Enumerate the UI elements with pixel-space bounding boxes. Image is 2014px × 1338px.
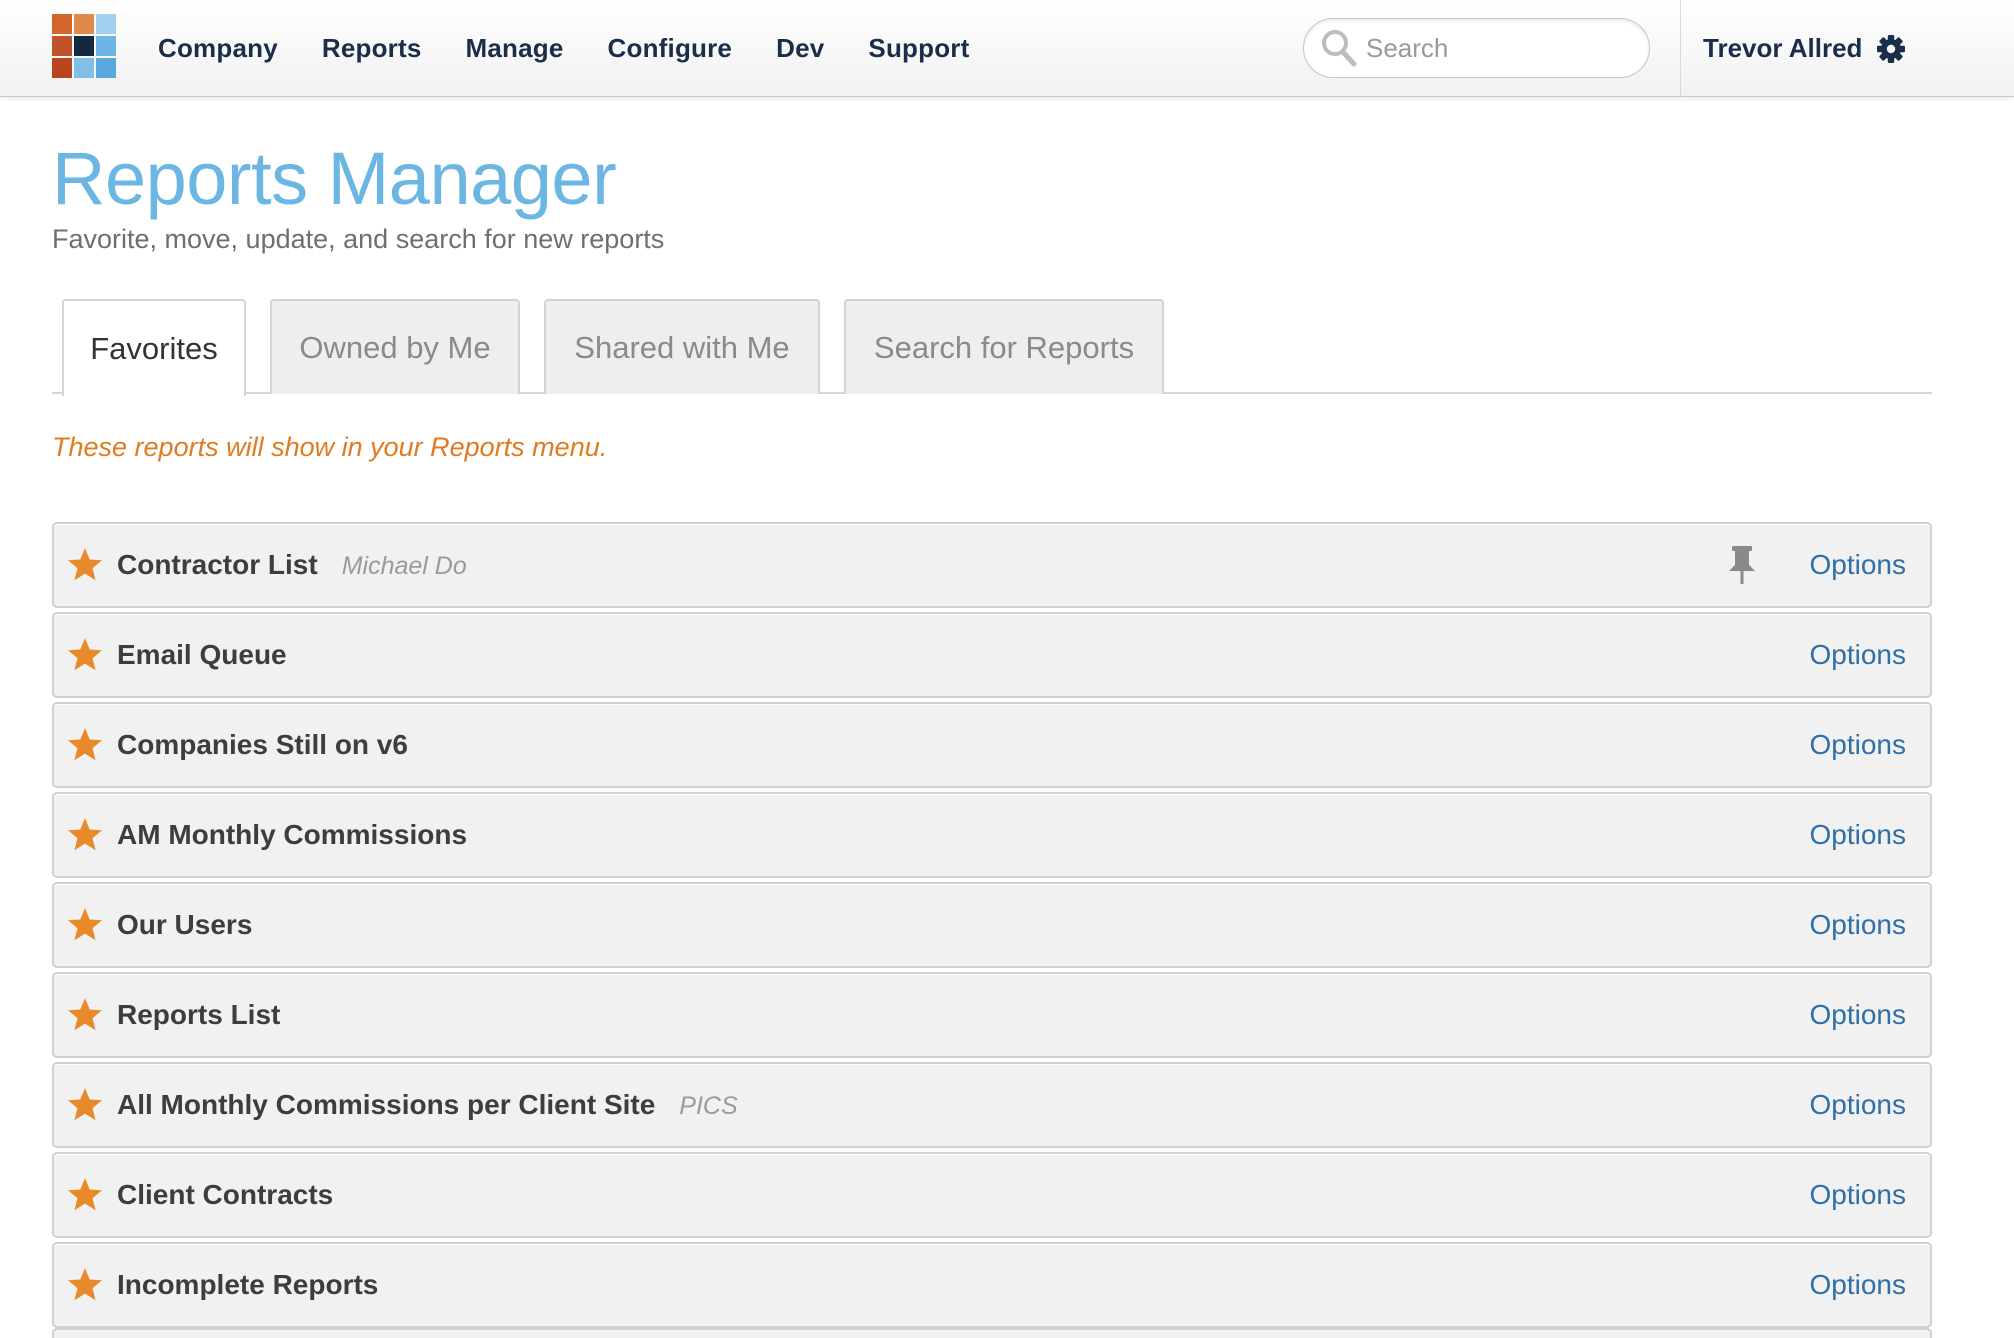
navbar-divider	[1680, 0, 1681, 97]
options-link[interactable]: Options	[1810, 1064, 1907, 1146]
report-title[interactable]: All Monthly Commissions per Client Site	[117, 1089, 655, 1120]
tab-favorites[interactable]: Favorites	[62, 299, 246, 396]
report-owner: PICS	[679, 1092, 738, 1120]
report-name[interactable]: All Monthly Commissions per Client Site P…	[117, 1064, 738, 1146]
report-name[interactable]: Incomplete Reports	[117, 1244, 402, 1326]
nav-item-company[interactable]: Company	[158, 33, 278, 64]
report-title[interactable]: Email Queue	[117, 639, 287, 670]
top-navbar: Company Reports Manage Configure Dev Sup…	[0, 0, 2014, 97]
report-name[interactable]: Email Queue	[117, 614, 311, 696]
report-title[interactable]: Client Contracts	[117, 1179, 333, 1210]
star-icon[interactable]	[66, 996, 104, 1034]
nav-item-support[interactable]: Support	[868, 33, 969, 64]
page-subtitle: Favorite, move, update, and search for n…	[52, 224, 665, 254]
report-row[interactable]: Contractor List Michael Do Options	[52, 522, 1932, 608]
report-row[interactable]: Client Contracts Options	[52, 1152, 1932, 1238]
user-menu[interactable]: Trevor Allred	[1703, 0, 1906, 97]
logo-tile	[74, 58, 94, 78]
search-input[interactable]	[1366, 32, 1636, 64]
report-title[interactable]: AM Monthly Commissions	[117, 819, 467, 850]
report-row[interactable]: Companies Still on v6 Options	[52, 702, 1932, 788]
star-icon[interactable]	[66, 816, 104, 854]
report-row[interactable]: All Monthly Commissions per Client Site P…	[52, 1062, 1932, 1148]
report-row[interactable]: Incomplete Reports Options	[52, 1242, 1932, 1328]
logo-tile	[52, 58, 72, 78]
report-name[interactable]: Our Users	[117, 884, 276, 966]
report-title[interactable]: Companies Still on v6	[117, 729, 408, 760]
report-name[interactable]: Client Contracts	[117, 1154, 357, 1236]
star-icon[interactable]	[66, 1086, 104, 1124]
nav-item-reports[interactable]: Reports	[322, 33, 422, 64]
user-name[interactable]: Trevor Allred	[1703, 33, 1862, 64]
page-title: Reports Manager	[52, 137, 617, 220]
logo-tile	[74, 36, 94, 56]
star-icon[interactable]	[66, 636, 104, 674]
report-name[interactable]: Contractor List Michael Do	[117, 524, 467, 606]
report-name[interactable]: Reports List	[117, 974, 304, 1056]
pin-icon[interactable]	[1724, 544, 1760, 586]
options-link[interactable]: Options	[1810, 974, 1907, 1056]
report-title[interactable]: Our Users	[117, 909, 252, 940]
star-icon[interactable]	[66, 546, 104, 584]
star-icon[interactable]	[66, 906, 104, 944]
list-item	[52, 1328, 1932, 1338]
report-owner: Michael Do	[341, 552, 467, 580]
logo-tile	[52, 36, 72, 56]
report-name[interactable]: AM Monthly Commissions	[117, 794, 491, 876]
main-nav: Company Reports Manage Configure Dev Sup…	[158, 0, 969, 97]
report-name[interactable]: Companies Still on v6	[117, 704, 432, 786]
logo-tile	[96, 14, 116, 34]
nav-item-configure[interactable]: Configure	[608, 33, 733, 64]
tab-owned-by-me[interactable]: Owned by Me	[270, 299, 520, 394]
logo-tile	[74, 14, 94, 34]
options-link[interactable]: Options	[1810, 1154, 1907, 1236]
star-icon[interactable]	[66, 726, 104, 764]
report-row[interactable]: AM Monthly Commissions Options	[52, 792, 1932, 878]
options-link[interactable]: Options	[1810, 884, 1907, 966]
options-link[interactable]: Options	[1810, 794, 1907, 876]
star-icon[interactable]	[66, 1266, 104, 1304]
app-logo[interactable]	[52, 14, 116, 78]
options-link[interactable]: Options	[1810, 614, 1907, 696]
options-link[interactable]: Options	[1810, 524, 1907, 606]
options-link[interactable]: Options	[1810, 704, 1907, 786]
tab-search-for-reports[interactable]: Search for Reports	[844, 299, 1164, 394]
options-link[interactable]: Options	[1810, 1244, 1907, 1326]
report-row[interactable]: Email Queue Options	[52, 612, 1932, 698]
search-box[interactable]	[1303, 18, 1650, 78]
report-row[interactable]: Reports List Options	[52, 972, 1932, 1058]
report-title[interactable]: Contractor List	[117, 549, 318, 580]
report-title[interactable]: Reports List	[117, 999, 280, 1030]
logo-tile	[96, 36, 116, 56]
report-row[interactable]: Our Users Options	[52, 882, 1932, 968]
favorites-note: These reports will show in your Reports …	[52, 432, 608, 462]
tab-shared-with-me[interactable]: Shared with Me	[544, 299, 820, 394]
report-title[interactable]: Incomplete Reports	[117, 1269, 378, 1300]
nav-item-manage[interactable]: Manage	[466, 33, 564, 64]
gear-icon[interactable]	[1876, 34, 1906, 64]
search-icon	[1322, 30, 1357, 67]
logo-tile	[52, 14, 72, 34]
logo-tile	[96, 58, 116, 78]
nav-item-dev[interactable]: Dev	[776, 33, 824, 64]
star-icon[interactable]	[66, 1176, 104, 1214]
